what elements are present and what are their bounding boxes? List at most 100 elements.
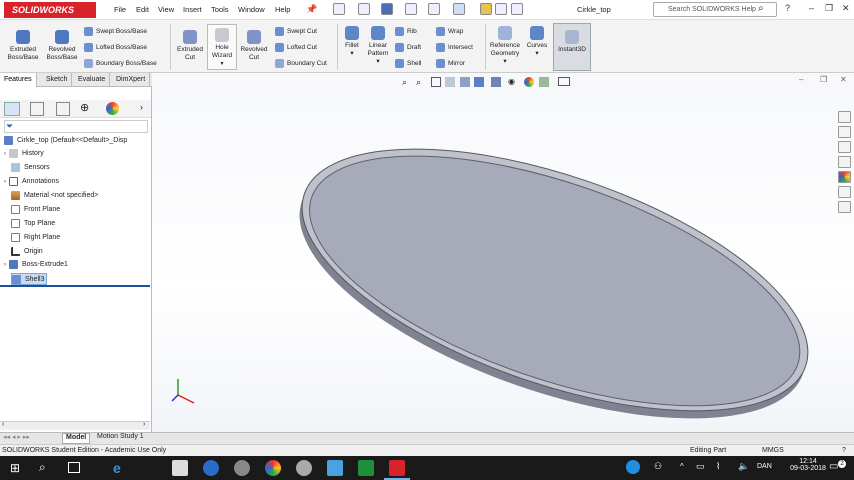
menu-help[interactable]: Help xyxy=(275,5,290,14)
chevron-right-icon[interactable]: › xyxy=(140,102,143,112)
boundary-boss-button[interactable]: Boundary Boss/Base xyxy=(84,59,157,68)
volume-icon[interactable]: 🔈 xyxy=(738,461,749,472)
tab-dimxpert[interactable]: DimXpert xyxy=(112,73,151,87)
chevron-down-icon[interactable]: ▾ xyxy=(525,50,549,58)
extruded-boss-button[interactable]: Extruded Boss/Base xyxy=(4,30,42,62)
solidworks-taskbar-icon[interactable] xyxy=(389,460,405,476)
restore-icon[interactable]: ❐ xyxy=(825,3,833,14)
lofted-boss-button[interactable]: Lofted Boss/Base xyxy=(84,43,147,52)
battery-icon[interactable]: ▭ xyxy=(696,461,705,472)
menu-window[interactable]: Window xyxy=(238,5,265,14)
tab-model[interactable]: Model xyxy=(62,433,91,444)
tree-item-top-plane[interactable]: Top Plane xyxy=(11,218,55,230)
status-help-icon[interactable]: ? xyxy=(842,445,846,456)
tab-scroll-icons[interactable]: ◂◂ ◂ ▸ ▸▸ xyxy=(3,433,30,441)
close-icon[interactable]: ✕ xyxy=(842,3,850,14)
app-icon[interactable] xyxy=(327,460,343,476)
edge-icon[interactable]: e xyxy=(113,460,129,476)
horizontal-scrollbar[interactable]: ‹ › xyxy=(0,421,150,430)
custom-properties-icon[interactable] xyxy=(838,186,851,198)
file-properties-icon[interactable] xyxy=(495,3,507,15)
windows-start-icon[interactable]: ⊞ xyxy=(10,461,20,475)
new-document-icon[interactable] xyxy=(333,3,345,15)
network-icon[interactable]: ⌇ xyxy=(716,461,720,472)
intersect-button[interactable]: Intersect xyxy=(436,43,473,52)
reference-geometry-button[interactable]: Reference Geometry ▾ xyxy=(488,26,522,66)
chevron-down-icon[interactable]: ▾ xyxy=(341,50,363,58)
chevron-right-icon[interactable]: › xyxy=(4,262,6,268)
tree-item-right-plane[interactable]: Right Plane xyxy=(11,232,60,244)
search-icon[interactable]: ⌕ xyxy=(39,460,46,475)
appearances-icon[interactable] xyxy=(838,171,851,183)
open-icon[interactable] xyxy=(358,3,370,15)
tree-item-front-plane[interactable]: Front Plane xyxy=(11,204,60,216)
menu-insert[interactable]: Insert xyxy=(183,5,202,14)
display-manager-icon[interactable] xyxy=(106,102,119,115)
chevron-down-icon[interactable]: ▾ xyxy=(364,58,392,66)
tree-item-annotations[interactable]: › Annotations xyxy=(4,176,59,188)
menu-file[interactable]: File xyxy=(114,5,126,14)
filter-field[interactable]: ⏷ xyxy=(4,120,148,133)
tree-root[interactable]: Cirkle_top (Default<<Default>_Disp xyxy=(4,135,127,147)
chevron-down-icon[interactable]: ▾ xyxy=(488,58,522,66)
undo-icon[interactable] xyxy=(428,3,440,15)
clock[interactable]: 12:14 09-03-2018 xyxy=(790,458,826,472)
solidworks-logo[interactable]: SOLIDWORKS xyxy=(4,2,96,18)
task-view-icon[interactable] xyxy=(68,462,80,473)
chevron-right-icon[interactable]: › xyxy=(4,151,6,157)
shell-button[interactable]: Shell xyxy=(395,59,421,68)
scroll-left-icon[interactable]: ‹ xyxy=(2,421,4,428)
dimxpert-manager-icon[interactable]: ⊕ xyxy=(80,101,89,114)
part-model[interactable] xyxy=(152,73,854,432)
tab-sketch[interactable]: Sketch xyxy=(42,73,73,87)
people-icon[interactable]: ⚇ xyxy=(654,461,662,472)
print-icon[interactable] xyxy=(405,3,417,15)
unit-system[interactable]: MMGS xyxy=(762,445,784,456)
pin-icon[interactable]: 📌 xyxy=(306,4,317,15)
help-icon[interactable]: ? xyxy=(785,3,790,13)
minimize-icon[interactable]: – xyxy=(809,3,814,13)
chevron-right-icon[interactable]: › xyxy=(4,179,6,185)
feature-tree-icon[interactable] xyxy=(4,102,20,116)
linear-pattern-button[interactable]: Linear Pattern ▾ xyxy=(364,26,392,66)
tree-item-origin[interactable]: Origin xyxy=(11,246,43,258)
boundary-cut-button[interactable]: Boundary Cut xyxy=(275,59,327,68)
scroll-right-icon[interactable]: › xyxy=(143,421,145,428)
save-icon[interactable] xyxy=(381,3,393,15)
menu-edit[interactable]: Edit xyxy=(136,5,149,14)
design-library-icon[interactable] xyxy=(838,126,851,138)
view-palette-icon[interactable] xyxy=(838,156,851,168)
chevron-down-icon[interactable]: ▾ xyxy=(208,60,236,68)
app-icon[interactable] xyxy=(296,460,312,476)
file-explorer-icon[interactable] xyxy=(838,141,851,153)
tree-item-history[interactable]: › History xyxy=(4,148,44,160)
language-indicator[interactable]: DAN xyxy=(757,463,772,470)
select-icon[interactable] xyxy=(453,3,465,15)
menu-view[interactable]: View xyxy=(158,5,174,14)
mirror-button[interactable]: Mirror xyxy=(436,59,465,68)
extruded-cut-button[interactable]: Extruded Cut xyxy=(174,30,206,62)
rib-button[interactable]: Rib xyxy=(395,27,417,36)
help-icon[interactable] xyxy=(626,460,640,474)
tab-features[interactable]: Features xyxy=(0,73,37,87)
excel-icon[interactable] xyxy=(358,460,374,476)
revolved-cut-button[interactable]: Revolved Cut xyxy=(238,30,270,62)
tree-item-boss-extrude1[interactable]: › Boss-Extrude1 xyxy=(4,259,68,271)
solidworks-resources-icon[interactable] xyxy=(838,111,851,123)
instant3d-button[interactable]: Instant3D xyxy=(553,23,591,71)
configuration-manager-icon[interactable] xyxy=(56,102,70,116)
tab-evaluate[interactable]: Evaluate xyxy=(74,73,111,87)
swept-cut-button[interactable]: Swept Cut xyxy=(275,27,317,36)
tree-item-sensors[interactable]: Sensors xyxy=(11,162,50,174)
tree-item-material[interactable]: Material <not specified> xyxy=(11,190,98,202)
search-icon[interactable]: ⌕ xyxy=(758,3,764,14)
draft-button[interactable]: Draft xyxy=(395,43,421,52)
menu-tools[interactable]: Tools xyxy=(211,5,229,14)
tab-motion-study[interactable]: Motion Study 1 xyxy=(94,433,147,444)
rebuild-icon[interactable] xyxy=(480,3,492,15)
store-icon[interactable] xyxy=(172,460,188,476)
tree-item-shell3[interactable]: Shell3 xyxy=(11,273,48,285)
hole-wizard-button[interactable]: Hole Wizard ▾ xyxy=(207,24,237,70)
chevron-up-icon[interactable]: ^ xyxy=(680,462,684,471)
revolved-boss-button[interactable]: Revolved Boss/Base xyxy=(44,30,80,62)
